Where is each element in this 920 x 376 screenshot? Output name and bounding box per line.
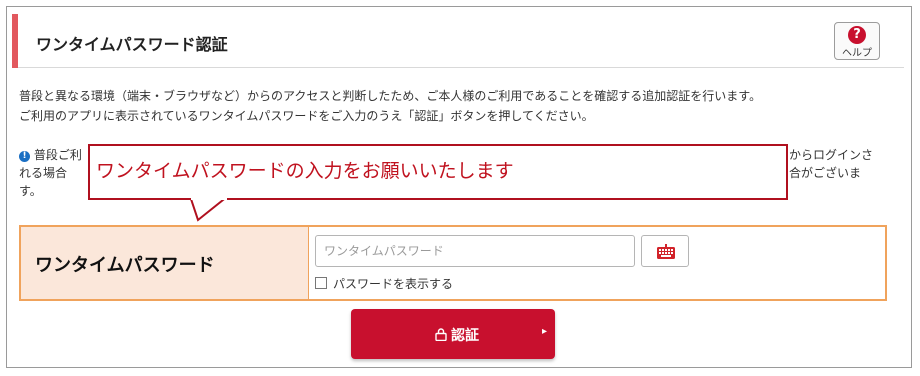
section-header: ワンタイムパスワード認証 (12, 14, 904, 68)
show-password-checkbox[interactable] (315, 277, 327, 289)
callout-tail-mask (191, 197, 227, 200)
help-label: ヘルプ (842, 48, 872, 59)
arrow-right-icon: ▸ (541, 326, 547, 337)
note-text-right-2: 合がございま (789, 166, 862, 180)
intro-line-2: ご利用のアプリに表示されているワンタイムパスワードをご入力のうえ「認証」ボタンを… (19, 109, 594, 123)
otp-label-cell: ワンタイムパスワード (21, 227, 309, 299)
software-keyboard-button[interactable] (641, 235, 689, 267)
callout-text: ワンタイムパスワードの入力をお願いいたします (96, 160, 514, 182)
note-text-left-3: す。 (19, 184, 42, 198)
info-icon: ! (19, 151, 30, 162)
annotation-callout: ワンタイムパスワードの入力をお願いいたします (88, 144, 788, 222)
lock-icon (435, 328, 447, 342)
authenticate-label: 認証 (451, 328, 479, 344)
intro-text: 普段と異なる環境（端末・ブラウザなど）からのアクセスと判断したため、ご本人様のご… (19, 86, 899, 126)
show-password-label: パスワードを表示する (333, 277, 454, 291)
authenticate-button[interactable]: 認証 ▸ (351, 309, 555, 359)
header-accent-bar (12, 14, 18, 68)
authenticate-button-content: 認証 (435, 325, 479, 345)
keyboard-icon (657, 244, 675, 259)
note-text-right-1: からログインさ (789, 148, 874, 162)
note-text-left-2: れる場合 (19, 166, 68, 180)
page-title: ワンタイムパスワード認証 (36, 35, 228, 54)
help-button[interactable]: ? ヘルプ (834, 22, 880, 60)
otp-label: ワンタイムパスワード (35, 255, 215, 276)
otp-input[interactable] (315, 235, 635, 267)
help-icon: ? (848, 26, 866, 44)
note-text-left-1: 普段ご利 (33, 148, 82, 162)
otp-form-row: ワンタイムパスワード パスワードを表示する (19, 225, 887, 301)
show-password-toggle[interactable]: パスワードを表示する (315, 275, 453, 292)
intro-line-1: 普段と異なる環境（端末・ブラウザなど）からのアクセスと判断したため、ご本人様のご… (19, 89, 762, 103)
